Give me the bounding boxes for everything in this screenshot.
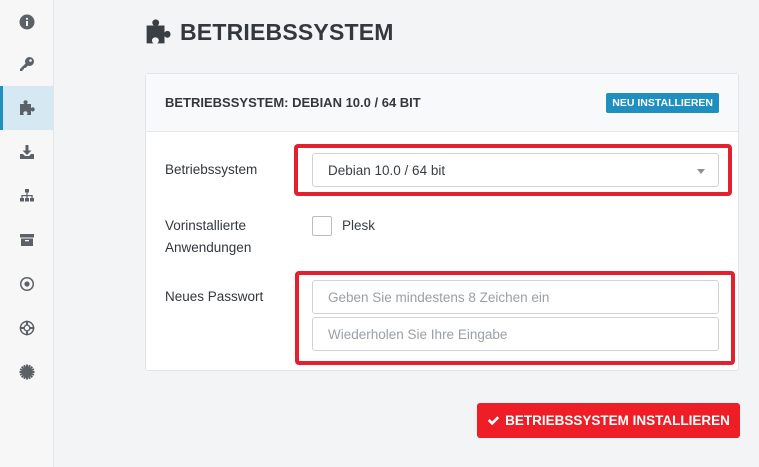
card-header: BETRIEBSSYSTEM: DEBIAN 10.0 / 64 BIT NEU… [146,74,738,132]
plesk-checkbox[interactable] [312,216,332,236]
password-highlight [295,271,735,365]
apps-label-line2: Anwendungen [165,240,252,255]
info-icon [19,14,34,30]
puzzle-icon [19,100,35,115]
download-icon [19,145,34,159]
sidebar-item-key[interactable] [0,42,53,86]
sidebar-item-os[interactable] [0,86,53,130]
os-card: BETRIEBSSYSTEM: DEBIAN 10.0 / 64 BIT NEU… [145,73,739,371]
page-heading: BETRIEBSSYSTEM [144,18,394,46]
card-header-title: BETRIEBSSYSTEM: DEBIAN 10.0 / 64 BIT [165,95,421,110]
sidebar-item-settings[interactable] [0,350,53,394]
puzzle-icon [146,19,171,44]
archive-icon [19,234,34,246]
sidebar-item-support[interactable] [0,306,53,350]
sidebar [0,0,54,467]
sidebar-item-archive[interactable] [0,218,53,262]
sitemap-icon [19,189,34,202]
os-select-highlight [294,144,732,196]
key-icon [19,57,34,71]
plesk-label[interactable]: Plesk [342,215,375,237]
os-label: Betriebssystem [165,162,258,177]
sidebar-item-target[interactable] [0,262,53,306]
sidebar-item-download[interactable] [0,130,53,174]
lifebuoy-icon [19,320,34,336]
install-os-label: BETRIEBSSYSTEM INSTALLIEREN [505,413,730,428]
install-os-button[interactable]: BETRIEBSSYSTEM INSTALLIEREN [477,403,740,438]
cog-icon [19,364,34,380]
page-title: BETRIEBSSYSTEM [180,18,394,45]
reinstall-button[interactable]: NEU INSTALLIEREN [606,93,719,113]
check-icon [487,416,500,426]
apps-label-line1: Vorinstallierte [165,218,247,233]
target-icon [19,277,34,291]
password-label: Neues Passwort [165,289,264,304]
sidebar-item-network[interactable] [0,174,53,218]
sidebar-item-info[interactable] [0,0,53,44]
